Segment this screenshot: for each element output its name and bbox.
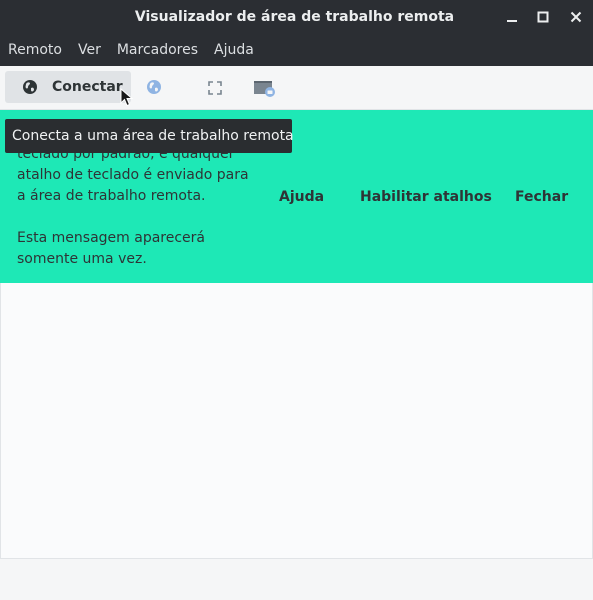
title-bar: Visualizador de área de trabalho remota [0,0,593,34]
fullscreen-icon [208,81,222,95]
fullscreen-button[interactable] [207,80,225,98]
close-infobar-button[interactable]: Fechar [515,186,568,208]
remote-display-area[interactable] [0,283,593,559]
globe-icon [147,80,161,94]
info-message: teclado por padrão, e qualquer atalho de… [17,146,249,267]
menu-ajuda[interactable]: Ajuda [210,34,258,66]
enable-shortcuts-button[interactable]: Habilitar atalhos [360,186,492,208]
screenshot-button[interactable] [254,79,276,99]
close-button[interactable] [566,7,586,27]
help-button[interactable]: Ajuda [279,186,324,208]
maximize-icon [537,11,549,23]
tooltip: Conecta a uma área de trabalho remota [5,119,294,153]
close-icon [570,11,582,23]
globe-icon [22,79,38,99]
menu-remoto[interactable]: Remoto [4,34,66,66]
toolbar: Conectar [0,66,593,110]
remote-globe-button[interactable] [146,79,164,97]
mouse-pointer-icon [120,87,134,112]
menu-ver[interactable]: Ver [74,34,105,66]
screenshot-icon [254,81,275,97]
maximize-button[interactable] [533,7,553,27]
menu-marcadores[interactable]: Marcadores [113,34,202,66]
connect-label: Conectar [52,79,123,95]
minimize-icon [507,20,517,22]
menu-bar: Remoto Ver Marcadores Ajuda [0,34,593,66]
connect-button[interactable]: Conectar [5,71,131,103]
minimize-button[interactable] [502,7,522,27]
